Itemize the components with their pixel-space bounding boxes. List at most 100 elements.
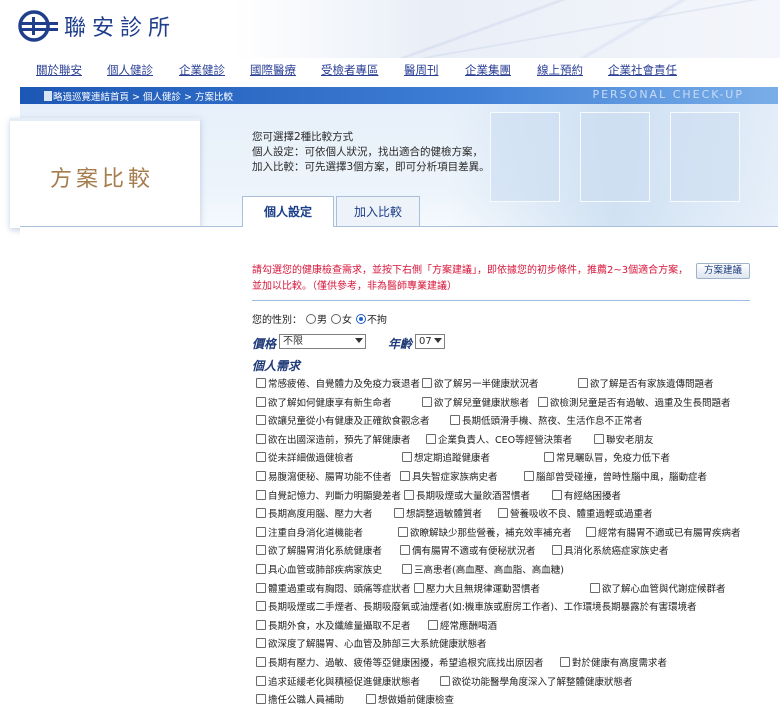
need-checkbox[interactable] xyxy=(590,582,600,593)
need-checkbox[interactable] xyxy=(256,601,266,612)
need-checkbox[interactable] xyxy=(538,396,548,407)
nav-personal-checkup[interactable]: 個人健診 xyxy=(107,62,153,78)
need-option[interactable]: 偶有腸胃不適或有便秘狀況者 xyxy=(400,543,536,557)
need-checkbox[interactable] xyxy=(498,508,508,519)
need-option[interactable]: 想定期追蹤健康者 xyxy=(402,450,490,464)
need-option[interactable]: 追求延緩老化與積極促進健康狀態者 xyxy=(256,674,420,688)
need-checkbox[interactable] xyxy=(256,545,266,556)
nav-international[interactable]: 國際醫療 xyxy=(250,62,296,78)
need-option[interactable]: 擔任公職人員補助 xyxy=(256,692,344,705)
need-option[interactable]: 營養吸收不良、體重過輕或過重者 xyxy=(498,506,653,520)
need-checkbox[interactable] xyxy=(256,694,266,705)
need-option[interactable]: 有經絡困擾者 xyxy=(552,488,621,502)
need-checkbox[interactable] xyxy=(422,378,432,388)
need-option[interactable]: 欲了解另一半健康狀況者 xyxy=(422,376,539,390)
gender-any-radio[interactable] xyxy=(356,313,366,324)
need-checkbox[interactable] xyxy=(256,508,266,519)
need-option[interactable]: 經常應酬喝酒 xyxy=(428,618,497,632)
need-checkbox[interactable] xyxy=(586,526,596,537)
need-checkbox[interactable] xyxy=(256,452,266,463)
need-option[interactable]: 欲從功能醫學角度深入了解整體健康狀態者 xyxy=(440,674,633,688)
need-checkbox[interactable] xyxy=(256,526,266,537)
gender-female-radio[interactable] xyxy=(331,313,341,324)
need-option[interactable]: 對於健康有高度需求者 xyxy=(560,655,667,669)
need-checkbox[interactable] xyxy=(256,396,266,407)
need-checkbox[interactable] xyxy=(402,563,412,574)
need-option[interactable]: 欲在出國深造前，預先了解健康者 xyxy=(256,432,411,446)
need-checkbox[interactable] xyxy=(428,619,438,630)
need-option[interactable]: 壓力大且無規律運動習慣者 xyxy=(414,581,540,595)
need-checkbox[interactable] xyxy=(544,452,554,463)
need-option[interactable]: 常感疲倦、自覺體力及免疫力衰退者 xyxy=(256,376,420,390)
need-checkbox[interactable] xyxy=(256,619,266,630)
nav-booking[interactable]: 線上預約 xyxy=(537,62,583,78)
need-option[interactable]: 欲瞭解缺少那些營養，補充效率補充者 xyxy=(398,525,572,539)
need-option[interactable]: 欲了解心血管與代謝症候群者 xyxy=(590,581,726,595)
need-checkbox[interactable] xyxy=(422,396,432,407)
need-checkbox[interactable] xyxy=(256,656,266,667)
gender-male-radio[interactable] xyxy=(306,313,316,324)
breadcrumb[interactable]: 略過巡覽連結首頁 > 個人健診 > 方案比較 xyxy=(44,89,233,103)
need-checkbox[interactable] xyxy=(256,675,266,686)
need-checkbox[interactable] xyxy=(256,563,266,574)
need-checkbox[interactable] xyxy=(578,378,588,388)
need-option[interactable]: 具心血管或肺部疾病家族史 xyxy=(256,562,382,576)
tab-add-compare[interactable]: 加入比較 xyxy=(336,196,420,226)
need-checkbox[interactable] xyxy=(394,508,404,519)
need-checkbox[interactable] xyxy=(560,656,570,667)
need-checkbox[interactable] xyxy=(256,378,266,388)
need-checkbox[interactable] xyxy=(402,452,412,463)
need-checkbox[interactable] xyxy=(400,470,410,481)
need-option[interactable]: 欲檢測兒童是否有過敏、過重及生長問題者 xyxy=(538,395,731,409)
need-option[interactable]: 易腹瀉便秘、腸胃功能不佳者 xyxy=(256,469,392,483)
need-option[interactable]: 自覺記憶力、判斷力明顯變差者 xyxy=(256,488,401,502)
need-option[interactable]: 長期吸煙或二手煙者、長期吸廢氣或油煙者(如:機車族或廚房工作者)、工作環境長期暴… xyxy=(256,599,697,613)
need-checkbox[interactable] xyxy=(256,470,266,481)
need-checkbox[interactable] xyxy=(400,545,410,556)
need-option[interactable]: 長期高度用腦、壓力大者 xyxy=(256,506,373,520)
need-checkbox[interactable] xyxy=(256,415,266,426)
nav-examinee[interactable]: 受檢者專區 xyxy=(321,62,379,78)
need-option[interactable]: 聯安老朋友 xyxy=(594,432,654,446)
need-checkbox[interactable] xyxy=(256,489,266,500)
need-option[interactable]: 經常有腸胃不適或已有腸胃疾病者 xyxy=(586,525,741,539)
need-option[interactable]: 欲了解是否有家族遺傳問題者 xyxy=(578,376,714,390)
nav-about[interactable]: 關於聯安 xyxy=(36,62,82,78)
need-checkbox[interactable] xyxy=(366,694,376,705)
price-select[interactable]: 不限 xyxy=(279,334,366,349)
need-option[interactable]: 長期有壓力、過敏、疲倦等亞健康困擾，希望追根究底找出原因者 xyxy=(256,655,544,669)
need-option[interactable]: 長期低頭滑手機、熬夜、生活作息不正常者 xyxy=(450,413,643,427)
need-checkbox[interactable] xyxy=(552,545,562,556)
need-option[interactable]: 欲了解如何健康享有新生命者 xyxy=(256,395,392,409)
nav-weekly[interactable]: 醫周刊 xyxy=(404,62,439,78)
need-option[interactable]: 欲了解兒童健康狀態者 xyxy=(422,395,529,409)
need-checkbox[interactable] xyxy=(256,582,266,593)
nav-corporate-checkup[interactable]: 企業健診 xyxy=(179,62,225,78)
need-option[interactable]: 從未詳細做過健檢者 xyxy=(256,450,354,464)
need-checkbox[interactable] xyxy=(256,433,266,444)
need-option[interactable]: 注重自身消化道機能者 xyxy=(256,525,363,539)
age-select[interactable]: 07 xyxy=(415,334,445,349)
need-checkbox[interactable] xyxy=(256,638,266,649)
need-option[interactable]: 體重過重或有胸悶、頭痛等症狀者 xyxy=(256,581,411,595)
nav-csr[interactable]: 企業社會責任 xyxy=(608,62,677,78)
need-option[interactable]: 腦部曾受碰撞，曾時性腦中風，腦動症者 xyxy=(524,469,707,483)
need-option[interactable]: 常見曬臥冒，免疫力低下者 xyxy=(544,450,670,464)
need-checkbox[interactable] xyxy=(440,675,450,686)
tab-personal-settings[interactable]: 個人設定 xyxy=(242,196,334,227)
logo[interactable]: 聯安診所 xyxy=(18,9,176,43)
nav-group[interactable]: 企業集團 xyxy=(465,62,511,78)
need-option[interactable]: 企業負責人、CEO等經營決策者 xyxy=(426,432,572,446)
need-checkbox[interactable] xyxy=(426,433,436,444)
need-checkbox[interactable] xyxy=(398,526,408,537)
need-option[interactable]: 欲了解腸胃消化系統健康者 xyxy=(256,543,382,557)
need-option[interactable]: 具失智症家族病史者 xyxy=(400,469,498,483)
need-option[interactable]: 想做婚前健康檢查 xyxy=(366,692,454,705)
need-checkbox[interactable] xyxy=(552,489,562,500)
need-option[interactable]: 三高患者(高血壓、高血脂、高血糖) xyxy=(402,562,564,576)
need-option[interactable]: 想調整過敏體質者 xyxy=(394,506,482,520)
need-checkbox[interactable] xyxy=(450,415,460,426)
need-checkbox[interactable] xyxy=(404,489,414,500)
plan-suggestion-button[interactable]: 方案建議 xyxy=(696,263,750,279)
need-option[interactable]: 長期吸煙或大量飲酒習慣者 xyxy=(404,488,530,502)
